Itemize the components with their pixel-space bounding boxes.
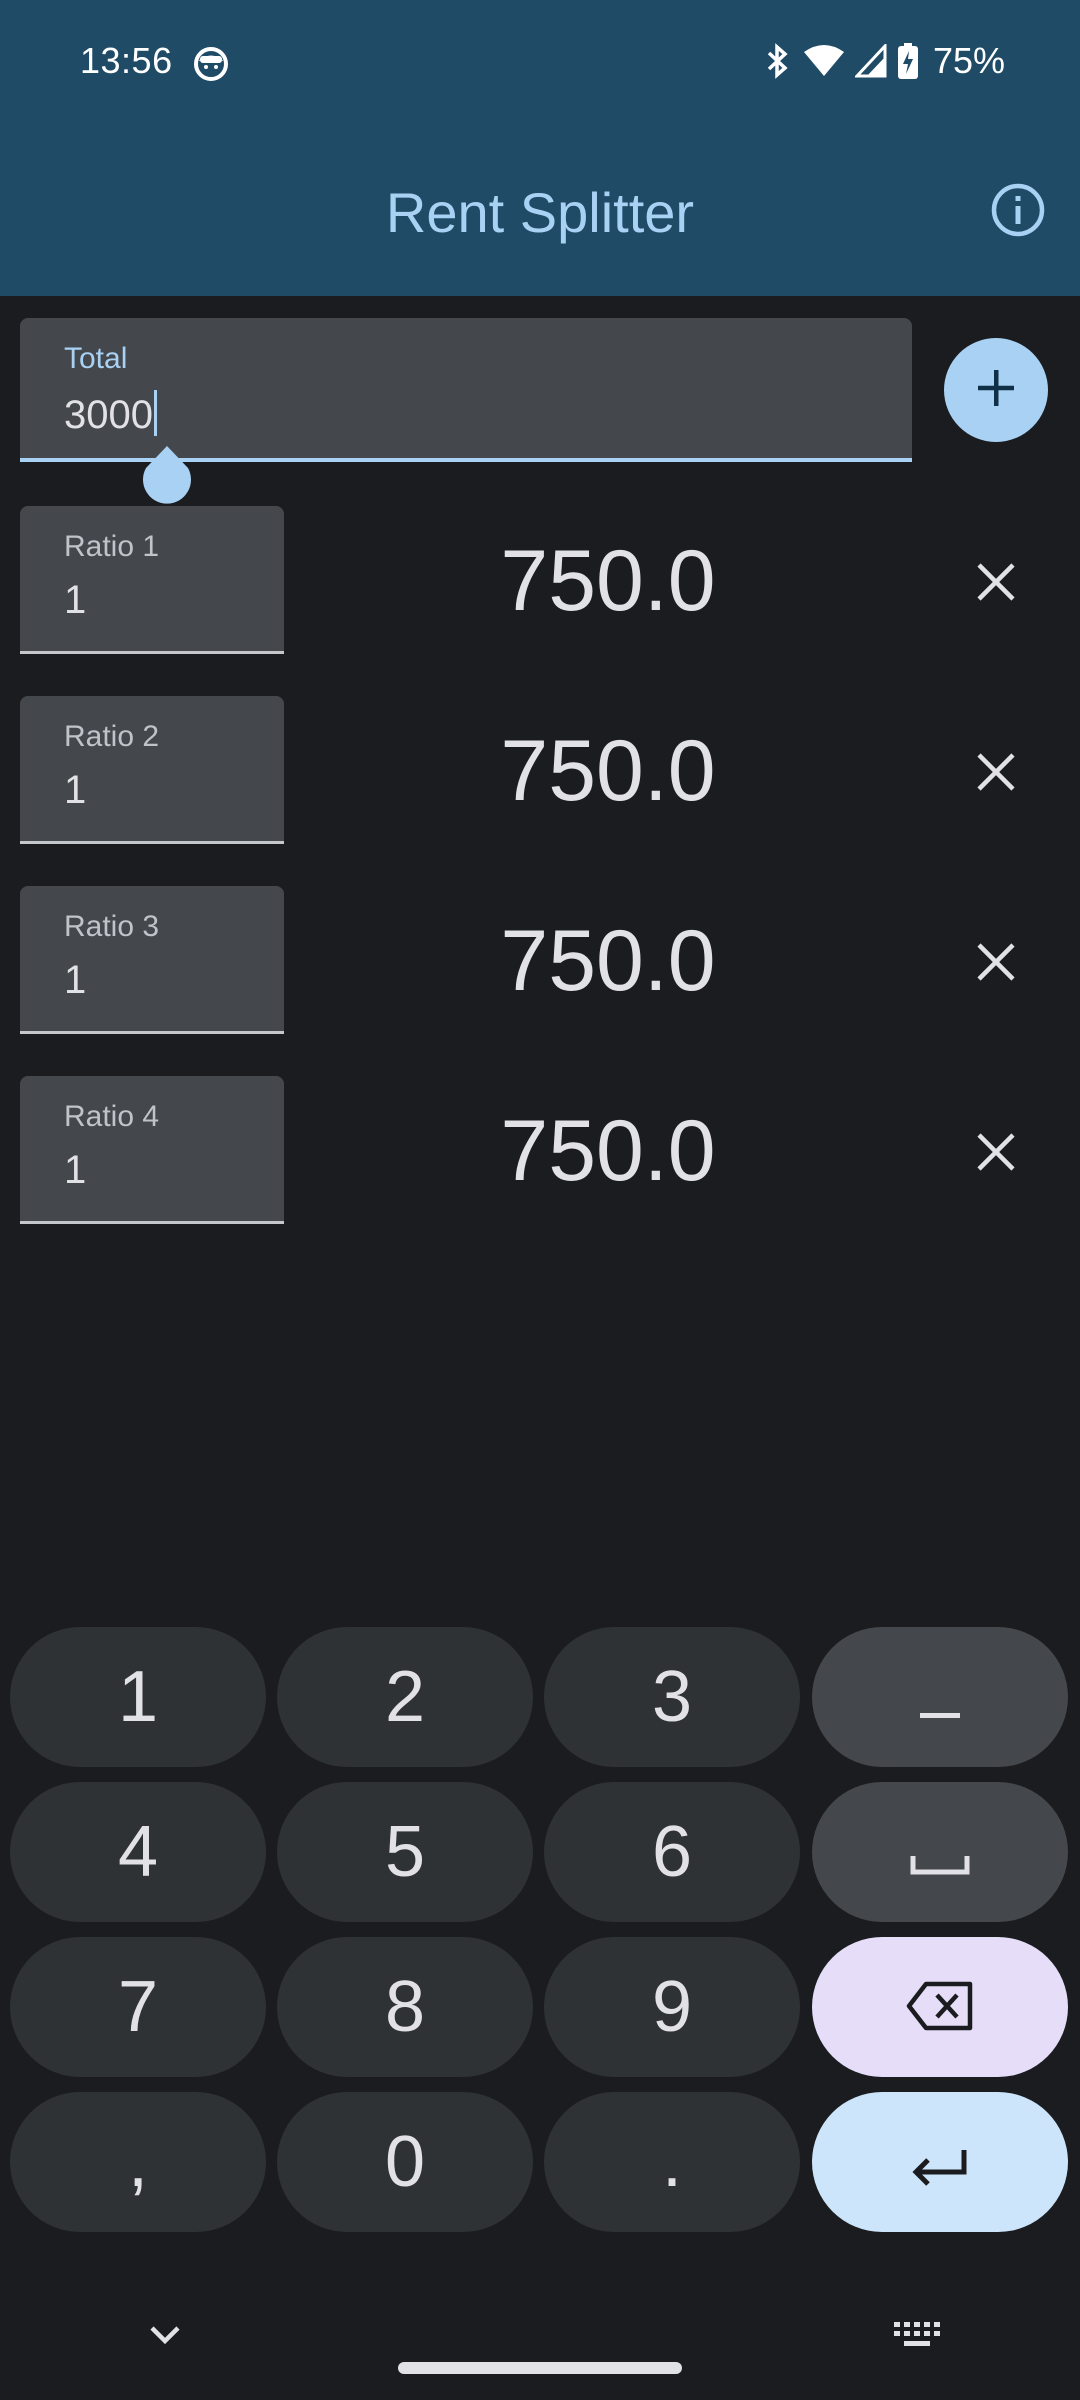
text-cursor <box>153 390 157 436</box>
ratio-value: 1 <box>64 768 87 812</box>
face-icon <box>193 46 229 82</box>
ratio-amount: 750.0 <box>500 723 716 819</box>
key-9[interactable]: 9 <box>544 1937 800 2077</box>
ratio-field[interactable]: Ratio 4 1 <box>20 1076 284 1224</box>
ratio-row: Ratio 1 1 750.0 <box>0 506 1080 654</box>
bluetooth-icon <box>763 42 793 80</box>
remove-ratio-button[interactable] <box>960 1118 1032 1190</box>
ratio-value: 1 <box>64 958 87 1002</box>
home-indicator[interactable] <box>398 2362 682 2374</box>
battery-icon <box>897 42 919 80</box>
total-field[interactable]: Total 3000 <box>20 318 912 462</box>
key-minus[interactable] <box>812 1627 1068 1767</box>
key-7[interactable]: 7 <box>10 1937 266 2077</box>
ratio-row: Ratio 2 1 750.0 <box>0 696 1080 844</box>
wifi-icon <box>803 44 845 78</box>
ratio-row: Ratio 3 1 750.0 <box>0 886 1080 1034</box>
key-1[interactable]: 1 <box>10 1627 266 1767</box>
status-icons: 75% <box>763 40 1005 82</box>
key-5[interactable]: 5 <box>277 1782 533 1922</box>
key-comma[interactable]: , <box>10 2092 266 2232</box>
keyboard-switcher-button[interactable] <box>892 2318 942 2354</box>
cursor-handle[interactable] <box>140 444 194 504</box>
status-time: 13:56 <box>80 40 173 81</box>
key-0[interactable]: 0 <box>277 2092 533 2232</box>
ratio-label: Ratio 3 <box>64 910 160 943</box>
close-icon <box>976 752 1016 797</box>
key-enter[interactable] <box>812 2092 1068 2232</box>
ratio-label: Ratio 1 <box>64 530 160 563</box>
total-value: 3000 <box>64 393 153 437</box>
plus-icon <box>974 366 1018 415</box>
status-bar: 13:56 75% <box>0 0 1080 128</box>
hide-keyboard-button[interactable] <box>138 2316 192 2356</box>
signal-icon <box>854 44 887 78</box>
key-3[interactable]: 3 <box>544 1627 800 1767</box>
close-icon <box>976 1132 1016 1177</box>
backspace-icon <box>906 1966 974 2048</box>
key-4[interactable]: 4 <box>10 1782 266 1922</box>
ratio-amount: 750.0 <box>500 913 716 1009</box>
key-backspace[interactable] <box>812 1937 1068 2077</box>
ratio-field[interactable]: Ratio 3 1 <box>20 886 284 1034</box>
key-2[interactable]: 2 <box>277 1627 533 1767</box>
space-icon <box>910 1811 970 1893</box>
remove-ratio-button[interactable] <box>960 738 1032 810</box>
ratio-field[interactable]: Ratio 1 1 <box>20 506 284 654</box>
key-6[interactable]: 6 <box>544 1782 800 1922</box>
ratio-amount: 750.0 <box>500 1103 716 1199</box>
app-bar: Rent Splitter <box>0 128 1080 296</box>
total-value-line: 3000 <box>64 390 157 438</box>
minus-icon <box>920 1656 960 1738</box>
remove-ratio-button[interactable] <box>960 928 1032 1000</box>
key-8[interactable]: 8 <box>277 1937 533 2077</box>
info-button[interactable] <box>986 180 1050 244</box>
chevron-down-icon <box>138 2326 192 2360</box>
app-title: Rent Splitter <box>385 181 695 244</box>
ratio-value: 1 <box>64 578 87 622</box>
remove-ratio-button[interactable] <box>960 548 1032 620</box>
ratio-value: 1 <box>64 1148 87 1192</box>
ratio-label: Ratio 4 <box>64 1100 160 1133</box>
key-space[interactable] <box>812 1782 1068 1922</box>
close-icon <box>976 562 1016 607</box>
ratio-label: Ratio 2 <box>64 720 160 753</box>
total-label: Total <box>64 342 128 375</box>
ratio-amount: 750.0 <box>500 533 716 629</box>
add-ratio-button[interactable] <box>944 338 1048 442</box>
key-period[interactable]: . <box>544 2092 800 2232</box>
ratio-field[interactable]: Ratio 2 1 <box>20 696 284 844</box>
info-icon <box>990 182 1046 243</box>
top-bar: 13:56 75% Rent Splitter <box>0 0 1080 296</box>
ratio-row: Ratio 4 1 750.0 <box>0 1076 1080 1224</box>
keyboard-icon <box>892 2322 942 2358</box>
close-icon <box>976 942 1016 987</box>
enter-icon <box>910 2121 970 2203</box>
battery-percent: 75% <box>932 40 1005 81</box>
